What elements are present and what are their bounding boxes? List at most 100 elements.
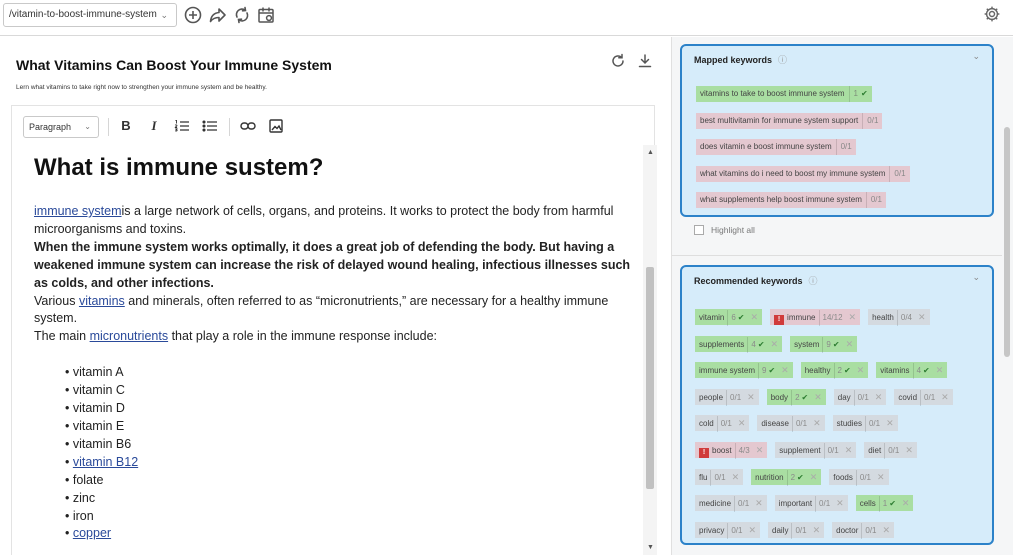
recommended-keyword-chip[interactable]: disease 0/1 ✕ <box>757 415 825 433</box>
collapse-chevron-icon[interactable]: ⌄ <box>972 272 980 283</box>
remove-icon[interactable]: ✕ <box>732 472 740 482</box>
remove-icon[interactable]: ✕ <box>756 445 764 455</box>
list-item[interactable]: vitamin E <box>65 418 634 436</box>
list-item-link[interactable]: copper <box>73 526 111 540</box>
recommended-keyword-chip[interactable]: studies 0/1 ✕ <box>832 415 898 433</box>
refresh-icon[interactable] <box>610 53 626 69</box>
remove-icon[interactable]: ✕ <box>877 472 885 482</box>
list-item[interactable]: zinc <box>65 490 634 508</box>
list-item-link[interactable]: vitamin B12 <box>73 455 138 469</box>
recommended-keyword-chip[interactable]: covid 0/1 ✕ <box>894 388 953 406</box>
remove-icon[interactable]: ✕ <box>781 365 789 375</box>
remove-icon[interactable]: ✕ <box>748 525 756 535</box>
document-subtitle[interactable]: Lern what vitamins to take right now to … <box>16 84 267 91</box>
remove-icon[interactable]: ✕ <box>738 418 746 428</box>
editor-content[interactable]: What is immune sustem? immune systemis a… <box>11 145 656 555</box>
remove-icon[interactable]: ✕ <box>747 392 755 402</box>
remove-icon[interactable]: ✕ <box>845 445 853 455</box>
calendar-icon[interactable] <box>256 5 276 25</box>
mapped-keyword-chip[interactable]: does vitamin e boost immune system 0/1 <box>696 139 856 155</box>
gear-icon[interactable] <box>983 5 1001 23</box>
collapse-chevron-icon[interactable]: ⌄ <box>972 51 980 62</box>
bullet-list-icon[interactable] <box>200 116 220 136</box>
share-icon[interactable] <box>208 5 228 25</box>
list-item[interactable]: iron <box>65 508 634 526</box>
recommended-keyword-chip[interactable]: cold 0/1 ✕ <box>695 415 750 433</box>
recommended-keyword-chip[interactable]: health 0/4 ✕ <box>868 309 930 326</box>
recommended-keyword-chip[interactable]: vitamins 4 ✔ ✕ <box>876 362 948 380</box>
italic-button[interactable]: I <box>144 116 164 136</box>
scrollbar-thumb[interactable] <box>646 267 654 489</box>
numbered-list-icon[interactable] <box>172 116 192 136</box>
remove-icon[interactable]: ✕ <box>813 525 821 535</box>
remove-icon[interactable]: ✕ <box>886 418 894 428</box>
paragraph[interactable]: The main micronutrients that play a role… <box>34 328 634 346</box>
recommended-keyword-chip[interactable]: healthy 2 ✔ ✕ <box>800 362 869 380</box>
highlight-all-checkbox[interactable]: Highlight all <box>694 225 755 235</box>
recommended-keyword-chip[interactable]: cells 1 ✔ ✕ <box>855 495 914 513</box>
link-icon[interactable] <box>238 116 258 136</box>
remove-icon[interactable]: ✕ <box>857 365 865 375</box>
remove-icon[interactable]: ✕ <box>936 365 944 375</box>
recommended-keyword-chip[interactable]: immune system 9 ✔ ✕ <box>695 362 793 380</box>
remove-icon[interactable]: ✕ <box>918 312 926 322</box>
recommended-keyword-chip[interactable]: doctor 0/1 ✕ <box>832 521 895 539</box>
document-title[interactable]: What Vitamins Can Boost Your Immune Syst… <box>16 57 332 73</box>
recommended-keyword-chip[interactable]: medicine 0/1 ✕ <box>695 495 767 513</box>
recommended-keyword-chip[interactable]: vitamin 6 ✔ ✕ <box>695 309 763 326</box>
remove-icon[interactable]: ✕ <box>875 392 883 402</box>
bold-button[interactable]: B <box>116 116 136 136</box>
paragraph-bold[interactable]: When the immune system works optimally, … <box>34 239 634 293</box>
image-icon[interactable] <box>266 116 286 136</box>
mapped-keyword-chip[interactable]: what supplements help boost immune syste… <box>696 192 886 208</box>
remove-icon[interactable]: ✕ <box>836 498 844 508</box>
recommended-keyword-chip[interactable]: nutrition 2 ✔ ✕ <box>751 468 822 486</box>
recommended-keyword-chip[interactable]: day 0/1 ✕ <box>833 388 887 406</box>
recommended-keyword-chip[interactable]: supplement 0/1 ✕ <box>775 441 857 459</box>
list-item[interactable]: vitamin A <box>65 364 634 382</box>
info-icon[interactable]: ⓘ <box>778 55 787 65</box>
recommended-keyword-chip[interactable]: ! boost 4/3 ✕ <box>695 441 768 459</box>
add-circle-icon[interactable] <box>183 5 203 25</box>
mapped-keyword-chip[interactable]: best multivitamin for immune system supp… <box>696 112 883 129</box>
remove-icon[interactable]: ✕ <box>814 392 822 402</box>
recommended-keyword-chip[interactable]: system 9 ✔ ✕ <box>790 335 858 353</box>
scroll-down-icon[interactable]: ▼ <box>647 544 654 551</box>
mapped-keyword-chip[interactable]: vitamins to take to boost immune system 1… <box>696 86 872 102</box>
remove-icon[interactable]: ✕ <box>941 392 949 402</box>
editor-scrollbar[interactable]: ▲ ▼ <box>643 145 657 555</box>
paragraph[interactable]: immune systemis a large network of cells… <box>34 203 634 239</box>
recommended-keyword-chip[interactable]: foods 0/1 ✕ <box>829 468 889 486</box>
recommended-keyword-chip[interactable]: important 0/1 ✕ <box>774 495 848 513</box>
remove-icon[interactable]: ✕ <box>846 339 854 349</box>
remove-icon[interactable]: ✕ <box>810 472 818 482</box>
recommended-keyword-chip[interactable]: supplements 4 ✔ ✕ <box>695 335 783 353</box>
recommended-keyword-chip[interactable]: body 2 ✔ ✕ <box>766 388 826 406</box>
scroll-up-icon[interactable]: ▲ <box>647 149 654 156</box>
paragraph[interactable]: Various vitamins and minerals, often ref… <box>34 293 634 329</box>
recommended-keyword-chip[interactable]: people 0/1 ✕ <box>695 388 759 406</box>
page-url-select[interactable]: /vitamin-to-boost-immune-system ⌄ <box>3 3 177 27</box>
remove-icon[interactable]: ✕ <box>905 445 913 455</box>
remove-icon[interactable]: ✕ <box>813 418 821 428</box>
info-icon[interactable]: ⓘ <box>809 276 818 286</box>
sync-icon[interactable] <box>232 5 252 25</box>
remove-icon[interactable]: ✕ <box>883 525 891 535</box>
remove-icon[interactable]: ✕ <box>849 312 857 322</box>
recommended-keyword-chip[interactable]: flu 0/1 ✕ <box>695 468 744 486</box>
list-item[interactable]: vitamin B6 <box>65 436 634 454</box>
remove-icon[interactable]: ✕ <box>751 312 759 322</box>
list-item[interactable]: vitamin C <box>65 382 634 400</box>
remove-icon[interactable]: ✕ <box>755 498 763 508</box>
list-item[interactable]: copper <box>65 525 634 543</box>
download-icon[interactable] <box>637 53 653 69</box>
remove-icon[interactable]: ✕ <box>771 339 779 349</box>
recommended-keyword-chip[interactable]: diet 0/1 ✕ <box>864 441 917 459</box>
list-item[interactable]: vitamin D <box>65 400 634 418</box>
recommended-keyword-chip[interactable]: ! immune 14/12 ✕ <box>770 309 861 326</box>
mapped-keyword-chip[interactable]: what vitamins do i need to boost my immu… <box>696 165 910 182</box>
checkbox-icon[interactable] <box>694 225 704 235</box>
sidebar-scrollbar-thumb[interactable] <box>1004 127 1010 357</box>
content-heading[interactable]: What is immune sustem? <box>34 153 634 183</box>
recommended-keyword-chip[interactable]: privacy 0/1 ✕ <box>695 521 761 539</box>
